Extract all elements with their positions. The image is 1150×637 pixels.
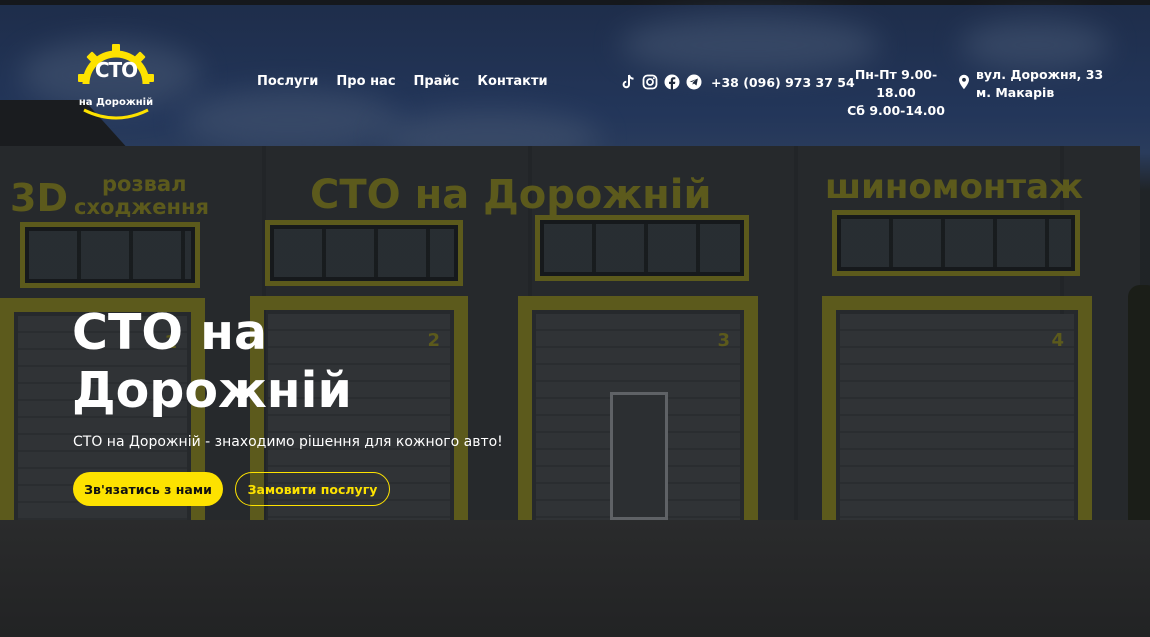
contact-us-button[interactable]: Зв'язатись з нами [73,472,223,506]
facebook-icon[interactable] [664,74,680,90]
telegram-icon[interactable] [686,74,702,90]
nav-item-about[interactable]: Про нас [336,74,395,89]
hero-title: СТО на Дорожній [72,304,352,419]
top-strip [0,0,1150,5]
address-street: вул. Дорожня, 33 [976,67,1104,82]
logo-subtext: на Дорожній [78,97,154,108]
gear-logo-icon [78,44,154,120]
window [832,210,1080,276]
site-logo[interactable]: СТО на Дорожній [76,44,156,120]
window [265,220,463,286]
logo-text: СТО [94,58,138,82]
tiktok-icon[interactable] [620,74,636,90]
order-service-button[interactable]: Замовити послугу [235,472,390,506]
hours-saturday: Сб 9.00-14.00 [847,103,945,118]
gate-number: 4 [1051,330,1064,351]
garage-gate: 4 [822,296,1092,548]
hours-weekdays: Пн-Пт 9.00-18.00 [854,67,938,100]
sign-alignment: розвал сходження [74,173,209,219]
main-nav: Послуги Про нас Прайс Контакти [257,74,548,89]
window [20,222,200,288]
sign-3d: 3D [10,176,68,220]
nav-item-services[interactable]: Послуги [257,74,318,89]
gate-number: 3 [717,330,730,351]
sign-alignment-line1: розвал [102,172,187,196]
window [535,215,749,281]
hero-section: 3D розвал сходження СТО на Дорожній шино… [0,0,1150,637]
paved-ground [0,520,1150,637]
tree [1128,285,1150,535]
hero-tagline: СТО на Дорожній - знаходимо рішення для … [73,434,503,450]
address[interactable]: вул. Дорожня, 33 м. Макарів [958,66,1103,102]
nav-item-prices[interactable]: Прайс [414,74,460,89]
address-city: м. Макарів [976,85,1055,100]
service-door [610,392,668,520]
sign-alignment-line2: сходження [74,195,210,219]
map-pin-icon [958,74,970,102]
nav-item-contacts[interactable]: Контакти [477,74,547,89]
instagram-icon[interactable] [642,74,658,90]
working-hours: Пн-Пт 9.00-18.00 Сб 9.00-14.00 [840,66,952,120]
social-links [620,74,702,90]
phone-link[interactable]: +38 (096) 973 37 54 [711,75,855,90]
sign-shop-name: СТО на Дорожній [310,172,712,218]
sign-tire-service: шиномонтаж [825,167,1083,207]
